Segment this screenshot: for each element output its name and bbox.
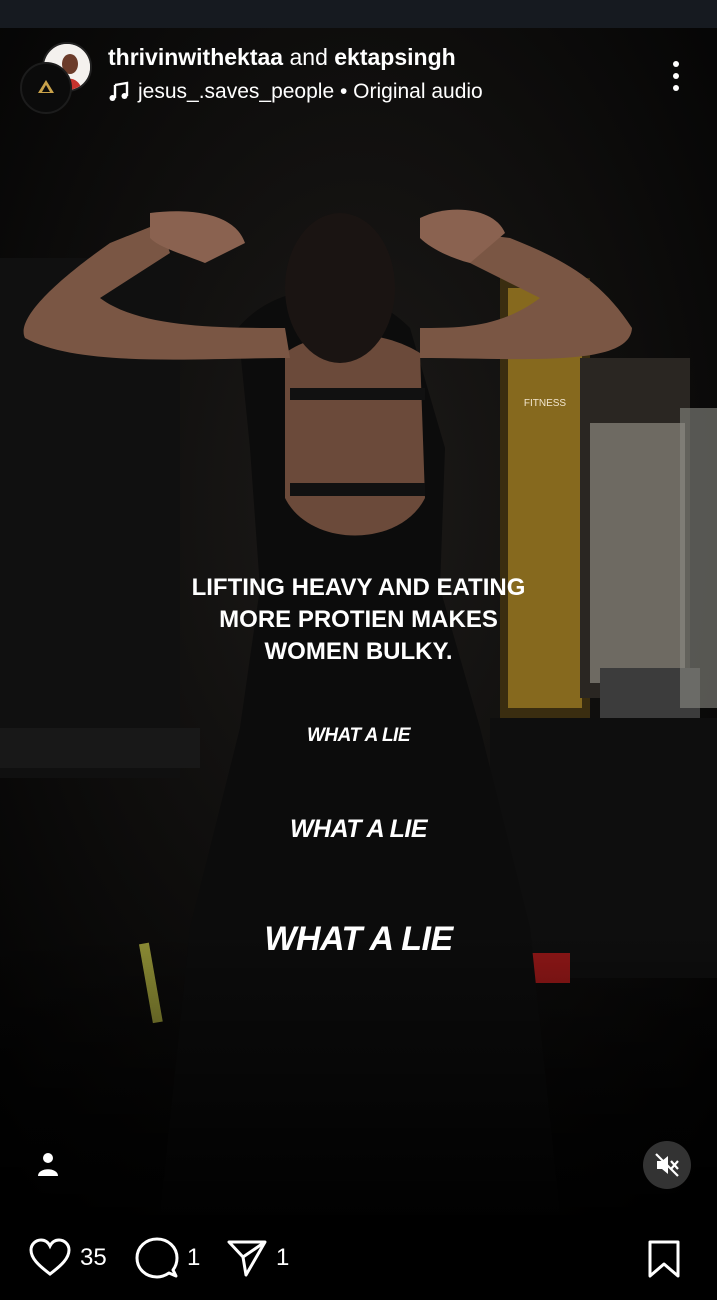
- caption-lie-medium: WHAT A LIE: [289, 815, 428, 843]
- author-names[interactable]: thrivinwithektaa and ektapsingh: [108, 44, 456, 71]
- audio-link[interactable]: jesus_.saves_people • Original audio: [108, 80, 483, 104]
- mute-icon: [655, 1153, 679, 1177]
- save-button[interactable]: [646, 1239, 682, 1284]
- caption-line-2: MORE PROTIEN MAKES: [219, 606, 498, 633]
- share-count: 1: [276, 1243, 290, 1271]
- action-bar: 35 1 1: [0, 1215, 717, 1300]
- caption-line-1: LIFTING HEAVY AND EATING: [191, 574, 526, 601]
- status-bar: [0, 0, 717, 28]
- author-primary[interactable]: thrivinwithektaa: [108, 44, 283, 70]
- more-options-icon: [673, 61, 679, 91]
- share-icon: [227, 1240, 267, 1276]
- music-note-icon: [109, 81, 129, 101]
- author-secondary[interactable]: ektapsingh: [334, 44, 455, 70]
- comment-button[interactable]: 1: [135, 1215, 200, 1300]
- share-button[interactable]: 1: [226, 1215, 289, 1300]
- mute-toggle-button[interactable]: [643, 1141, 691, 1189]
- caption-lie-small: WHAT A LIE: [307, 725, 411, 746]
- like-button[interactable]: 35: [28, 1215, 107, 1300]
- audio-track-label: jesus_.saves_people • Original audio: [138, 80, 483, 103]
- brand-logo-icon: [38, 80, 54, 93]
- collab-avatars[interactable]: [20, 42, 92, 114]
- like-count: 35: [80, 1243, 107, 1271]
- author-join-word: and: [289, 44, 328, 70]
- poster-text: FITNESS: [524, 398, 567, 409]
- more-options-button[interactable]: [662, 58, 690, 94]
- bookmark-icon: [648, 1240, 680, 1278]
- tag-user-icon: [38, 1153, 58, 1176]
- comment-count: 1: [187, 1243, 201, 1271]
- reel-header: thrivinwithektaa and ektapsingh jesus_.s…: [0, 28, 717, 138]
- avatar-thrivinwithektaa[interactable]: [20, 62, 72, 114]
- comment-icon: [135, 1237, 179, 1278]
- heart-icon: [29, 1237, 71, 1276]
- tagged-users-button[interactable]: [30, 1146, 66, 1182]
- caption-lie-large: WHAT A LIE: [264, 920, 453, 958]
- overlay-caption: LIFTING HEAVY AND EATING MORE PROTIEN MA…: [0, 572, 717, 668]
- caption-line-3: WOMEN BULKY.: [264, 638, 453, 665]
